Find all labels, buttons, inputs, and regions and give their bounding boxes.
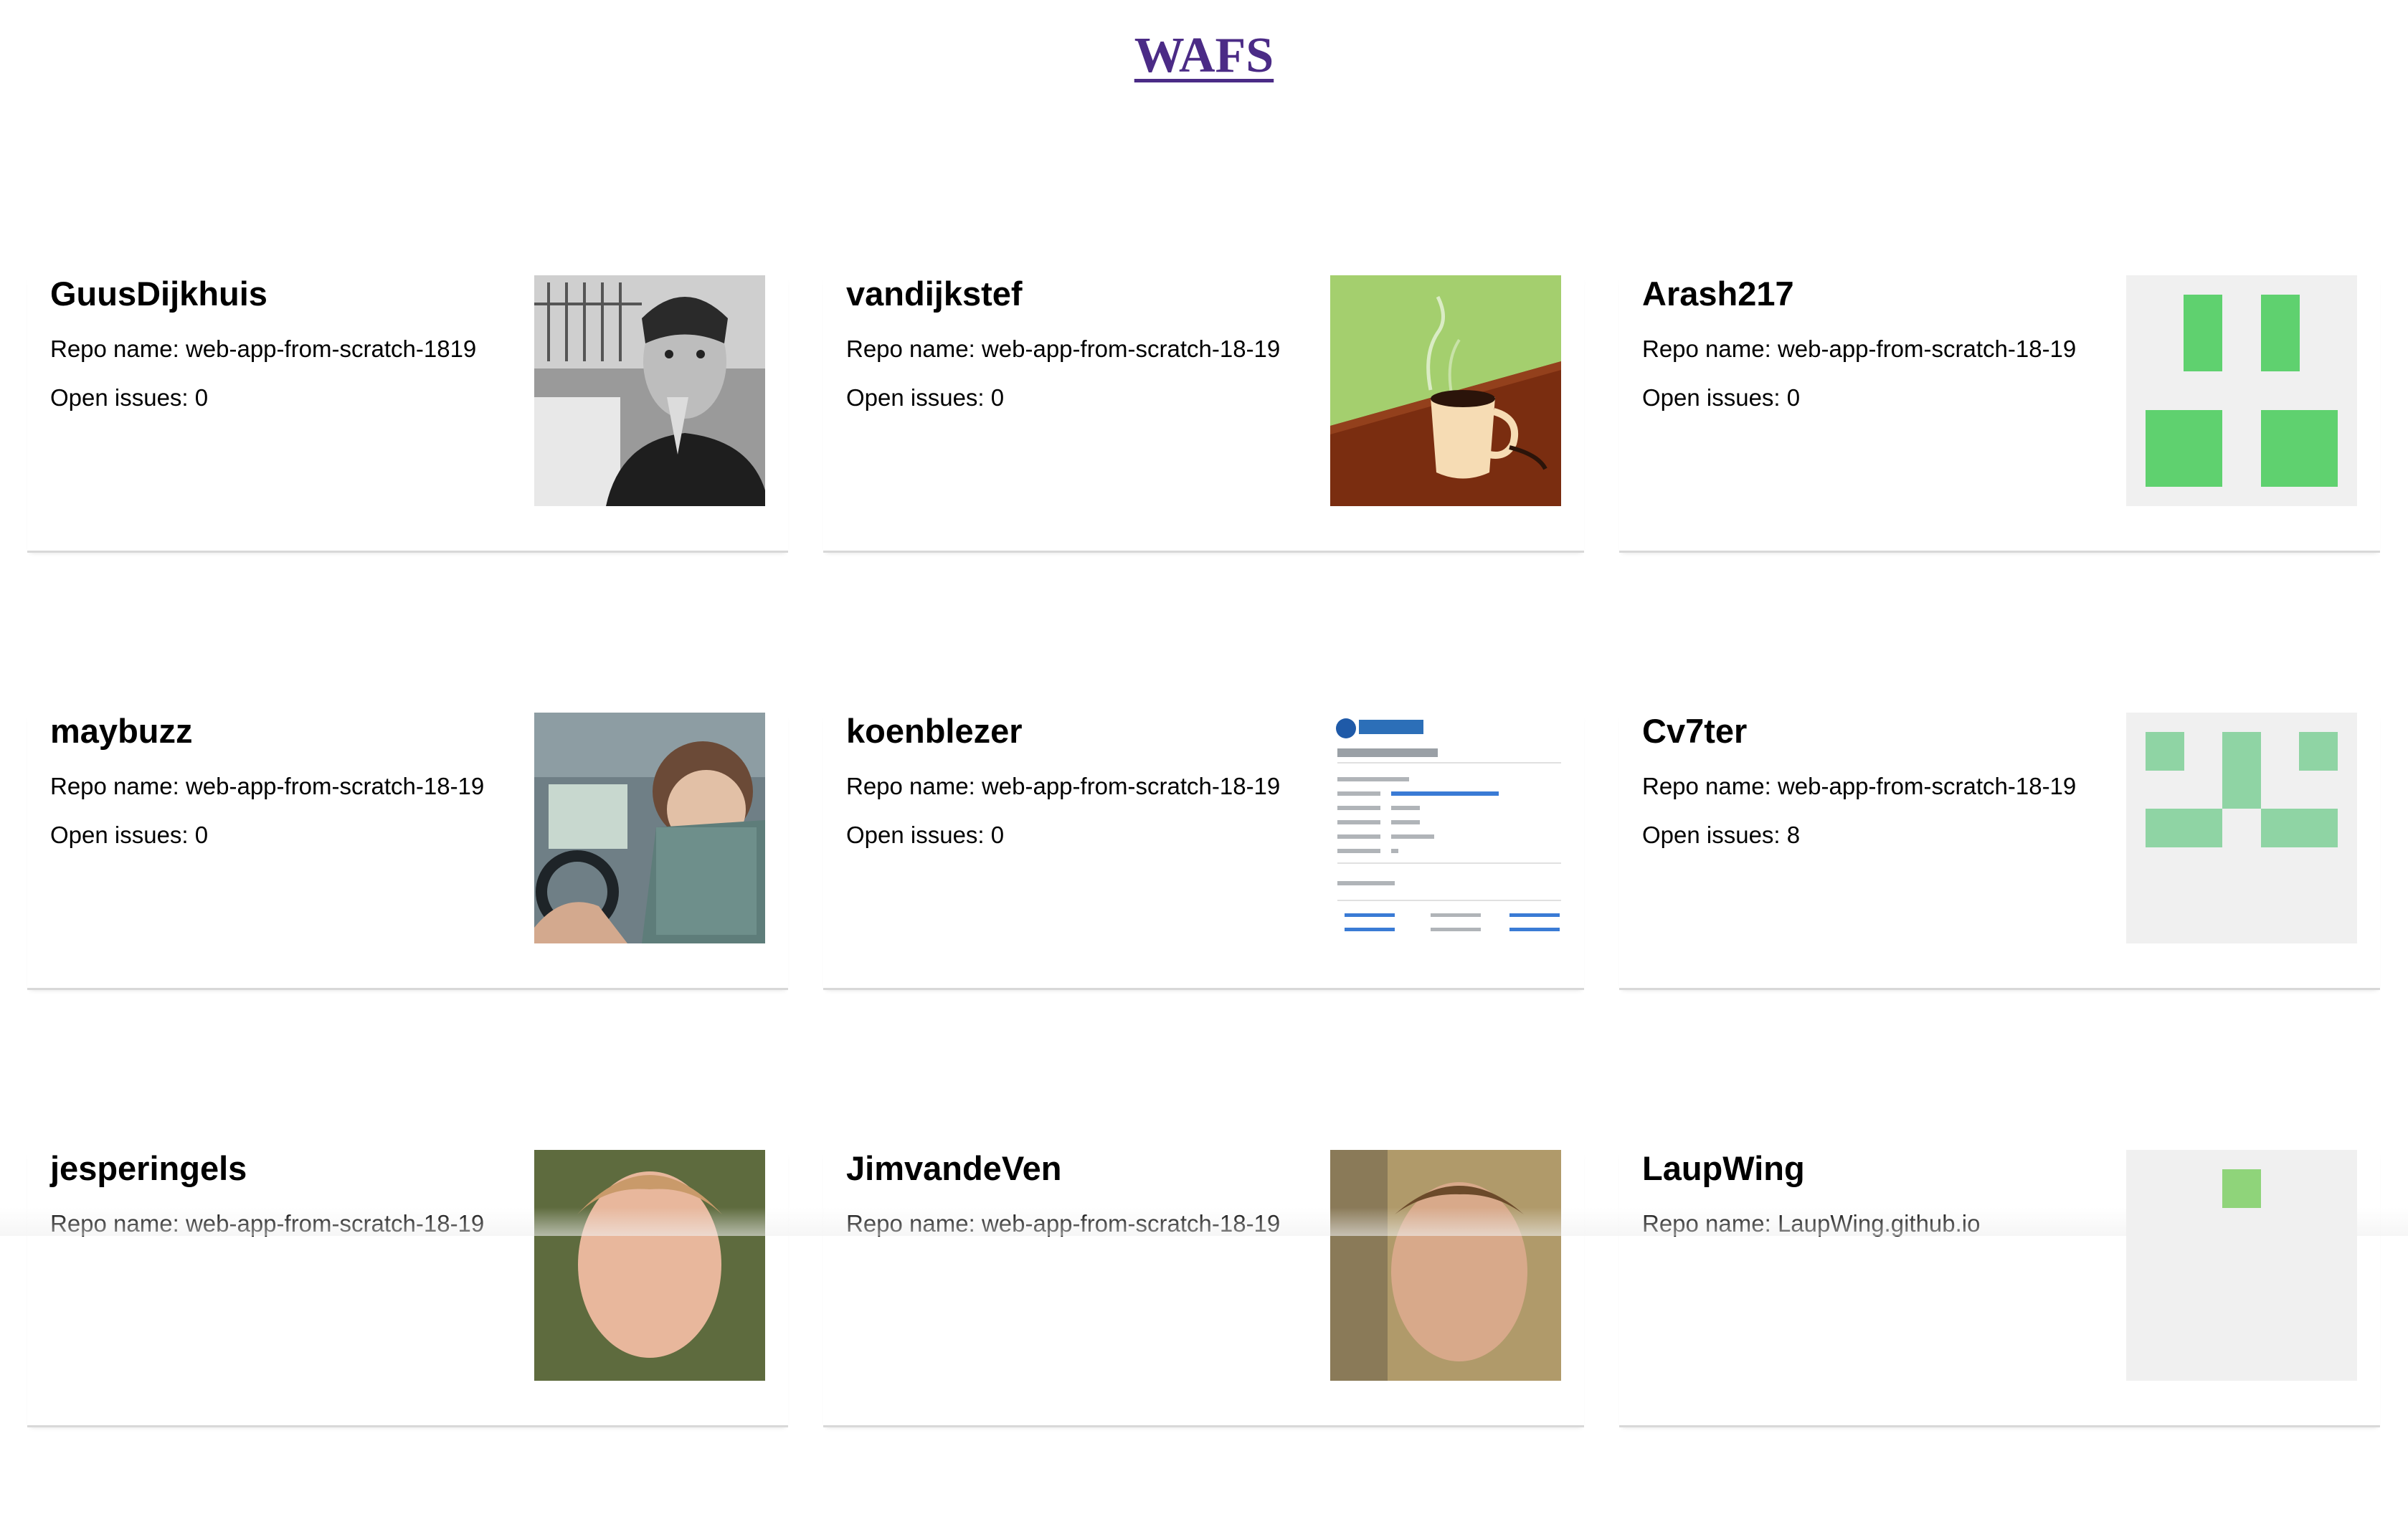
repo-name: Repo name: web-app-from-scratch-18-19 bbox=[846, 336, 1280, 363]
avatar bbox=[534, 1150, 765, 1381]
user-card: JimvandeVen Repo name: web-app-from-scra… bbox=[823, 1090, 1584, 1527]
open-issues: Open issues: 0 bbox=[846, 384, 1004, 412]
avatar bbox=[534, 275, 765, 506]
repo-name: Repo name: web-app-from-scratch-18-19 bbox=[50, 773, 484, 800]
avatar bbox=[2126, 275, 2357, 506]
username[interactable]: GuusDijkhuis bbox=[50, 274, 267, 313]
repo-name: Repo name: web-app-from-scratch-1819 bbox=[50, 336, 476, 363]
username[interactable]: LaupWing bbox=[1642, 1148, 1805, 1188]
user-card: Arash217 Repo name: web-app-from-scratch… bbox=[1619, 215, 2380, 652]
user-card: jesperingels Repo name: web-app-from-scr… bbox=[27, 1090, 788, 1527]
open-issues: Open issues: 0 bbox=[1642, 384, 1800, 412]
avatar bbox=[1330, 275, 1561, 506]
repo-name: Repo name: web-app-from-scratch-18-19 bbox=[846, 1210, 1280, 1237]
user-card: vandijkstef Repo name: web-app-from-scra… bbox=[823, 215, 1584, 652]
repo-name: Repo name: web-app-from-scratch-18-19 bbox=[1642, 773, 2076, 800]
username[interactable]: jesperingels bbox=[50, 1148, 247, 1188]
user-card: LaupWing Repo name: LaupWing.github.io bbox=[1619, 1090, 2380, 1527]
page-header: WAFS bbox=[0, 0, 2408, 108]
username[interactable]: vandijkstef bbox=[846, 274, 1023, 313]
username[interactable]: maybuzz bbox=[50, 711, 193, 751]
username[interactable]: koenblezer bbox=[846, 711, 1023, 751]
repo-name: Repo name: web-app-from-scratch-18-19 bbox=[50, 1210, 484, 1237]
username[interactable]: Arash217 bbox=[1642, 274, 1794, 313]
site-title-link[interactable]: WAFS bbox=[1134, 27, 1274, 85]
username[interactable]: Cv7ter bbox=[1642, 711, 1747, 751]
user-card: GuusDijkhuis Repo name: web-app-from-scr… bbox=[27, 215, 788, 652]
avatar bbox=[534, 713, 765, 943]
repo-name: Repo name: web-app-from-scratch-18-19 bbox=[846, 773, 1280, 800]
avatar bbox=[2126, 713, 2357, 943]
user-card: koenblezer Repo name: web-app-from-scrat… bbox=[823, 652, 1584, 1090]
user-card: Cv7ter Repo name: web-app-from-scratch-1… bbox=[1619, 652, 2380, 1090]
open-issues: Open issues: 8 bbox=[1642, 822, 1800, 849]
user-card: maybuzz Repo name: web-app-from-scratch-… bbox=[27, 652, 788, 1090]
open-issues: Open issues: 0 bbox=[50, 384, 208, 412]
avatar bbox=[2126, 1150, 2357, 1381]
avatar bbox=[1330, 713, 1561, 943]
repo-name: Repo name: web-app-from-scratch-18-19 bbox=[1642, 336, 2076, 363]
user-grid: GuusDijkhuis Repo name: web-app-from-scr… bbox=[27, 215, 2381, 1527]
username[interactable]: JimvandeVen bbox=[846, 1148, 1061, 1188]
open-issues: Open issues: 0 bbox=[846, 822, 1004, 849]
open-issues: Open issues: 0 bbox=[50, 822, 208, 849]
avatar bbox=[1330, 1150, 1561, 1381]
repo-name: Repo name: LaupWing.github.io bbox=[1642, 1210, 1980, 1237]
